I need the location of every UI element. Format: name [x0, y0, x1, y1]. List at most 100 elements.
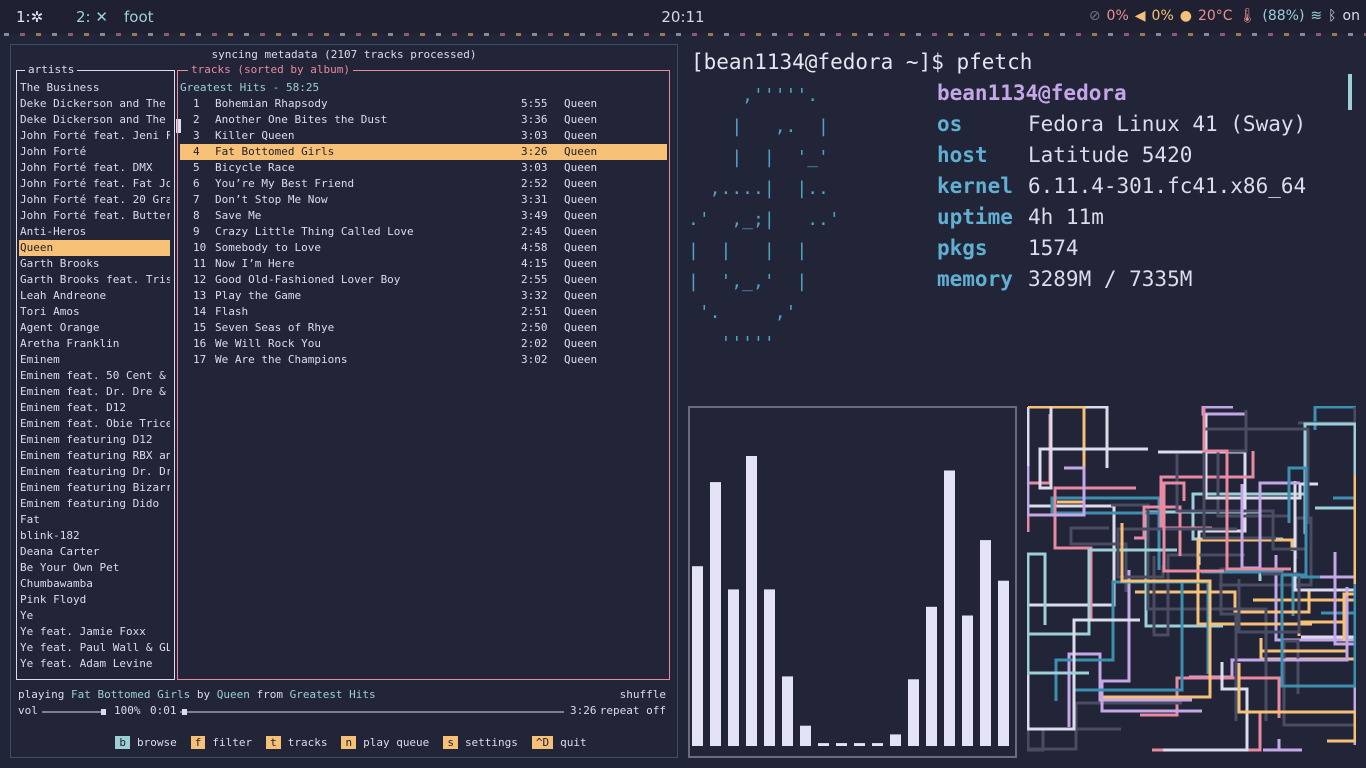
artist-item[interactable]: John Forté feat. DMX — [19, 160, 170, 176]
shuffle-toggle[interactable]: shuffle — [620, 688, 666, 701]
bluetooth-icon[interactable]: ᛒ — [1328, 8, 1336, 24]
artist-item[interactable]: Deke Dickerson and The .. — [19, 112, 170, 128]
volume-slider[interactable] — [42, 708, 108, 716]
track-row[interactable]: 2 Another One Bites the Dust 3:36 Queen — [180, 112, 667, 128]
track-row[interactable]: 16 We Will Rock You 2:02 Queen — [180, 336, 667, 352]
track-row[interactable]: 3 Killer Queen 3:03 Queen — [180, 128, 667, 144]
keybinding-play-queue[interactable]: n play queue — [327, 736, 429, 749]
artist-item[interactable]: Queen — [19, 240, 170, 256]
shell-prompt[interactable]: [bean1134@fedora ~]$ pfetch — [691, 50, 1032, 74]
artist-item[interactable]: John Forté feat. 20 Gra.. — [19, 192, 170, 208]
separator-dot — [1124, 33, 1129, 36]
artists-panel[interactable]: artists The Business Deke Dickerson and T… — [16, 63, 181, 680]
artist-item[interactable]: Eminem featuring Dido — [19, 496, 170, 512]
separator-dot — [468, 33, 473, 36]
music-player-window[interactable]: syncing metadata (2107 tracks processed)… — [10, 44, 678, 758]
now-playing: playing Fat Bottomed Girls by Queen from… — [18, 688, 666, 701]
track-number: 5 — [193, 161, 200, 174]
artist-item[interactable]: Deke Dickerson and The .. — [19, 96, 170, 112]
pfetch-value: Fedora Linux 41 (Sway) — [1028, 112, 1307, 136]
track-row[interactable]: 8 Save Me 3:49 Queen — [180, 208, 667, 224]
artist-item[interactable]: John Forté feat. Fat Joe — [19, 176, 170, 192]
track-row[interactable]: 1 Bohemian Rhapsody 5:55 Queen — [180, 96, 667, 112]
track-row[interactable]: 7 Don’t Stop Me Now 3:31 Queen — [180, 192, 667, 208]
tracks-panel[interactable]: tracks (sorted by album) Greatest Hits -… — [177, 63, 670, 680]
keybinding-quit[interactable]: ^D quit — [518, 736, 587, 749]
track-number: 3 — [193, 129, 200, 142]
artist-item[interactable]: Deana Carter — [19, 544, 170, 560]
artist-item[interactable]: Eminem — [19, 352, 170, 368]
pfetch-value: 1574 — [1028, 236, 1079, 260]
pfetch-key: memory — [937, 267, 1013, 291]
artist-item[interactable]: Ye feat. Jamie Foxx — [19, 624, 170, 640]
artist-item[interactable]: John Forté — [19, 144, 170, 160]
artist-item[interactable]: Agent Orange — [19, 320, 170, 336]
track-row[interactable]: 4 Fat Bottomed Girls 3:26 Queen — [180, 144, 667, 160]
temperature: 20°C — [1197, 8, 1233, 24]
track-artist: Queen — [564, 177, 598, 190]
artist-item[interactable]: Pink Floyd — [19, 592, 170, 608]
artist-item[interactable]: Eminem featuring D12 — [19, 432, 170, 448]
separator-dot — [964, 33, 969, 36]
track-row[interactable]: 13 Play the Game 3:32 Queen — [180, 288, 667, 304]
keybinding-browse[interactable]: b browse — [101, 736, 177, 749]
artist-item[interactable]: Garth Brooks feat. Tris.. — [19, 272, 170, 288]
pfetch-info: bean1134@fedora os Fedora Linux 41 (Sway)… — [937, 78, 1306, 295]
track-artist: Queen — [564, 353, 598, 366]
repeat-toggle[interactable]: repeat off — [600, 704, 666, 717]
eye-slash-icon[interactable]: ⊘ — [1089, 8, 1101, 24]
track-duration: 2:02 — [521, 337, 548, 350]
track-row[interactable]: 5 Bicycle Race 3:03 Queen — [180, 160, 667, 176]
artist-item[interactable]: Chumbawamba — [19, 576, 170, 592]
artist-item[interactable]: John Forté feat. Jeni F.. — [19, 128, 170, 144]
artist-item[interactable]: Ye feat. Paul Wall & GLC — [19, 640, 170, 656]
pipe-segment — [1054, 580, 1210, 701]
track-row[interactable]: 6 You’re My Best Friend 2:52 Queen — [180, 176, 667, 192]
artist-item[interactable]: blink-182 — [19, 528, 170, 544]
pfetch-key: host — [937, 143, 988, 167]
artist-item[interactable]: Garth Brooks — [19, 256, 170, 272]
keybinding-settings[interactable]: s settings — [429, 736, 518, 749]
keybinding-tracks[interactable]: t tracks — [252, 736, 327, 749]
artist-item[interactable]: Eminem feat. Dr. Dre & .. — [19, 384, 170, 400]
artist-item[interactable]: Tori Amos — [19, 304, 170, 320]
artist-item[interactable]: Aretha Franklin — [19, 336, 170, 352]
track-title: Crazy Little Thing Called Love — [215, 225, 414, 238]
track-row[interactable]: 14 Flash 2:51 Queen — [180, 304, 667, 320]
artist-item[interactable]: Eminem feat. Obie Trice.. — [19, 416, 170, 432]
track-number: 15 — [193, 321, 207, 334]
track-row[interactable]: 15 Seven Seas of Rhye 2:50 Queen — [180, 320, 667, 336]
artist-item[interactable]: Eminem feat. 50 Cent & .. — [19, 368, 170, 384]
tracks-list[interactable]: 1 Bohemian Rhapsody 5:55 Queen 2 Another One … — [180, 96, 667, 368]
artist-item[interactable]: Leah Andreone — [19, 288, 170, 304]
track-row[interactable]: 17 We Are the Champions 3:02 Queen — [180, 352, 667, 368]
artist-item[interactable]: Eminem featuring RBX an.. — [19, 448, 170, 464]
wifi-icon[interactable]: ≋ — [1310, 8, 1322, 24]
keybinding-filter[interactable]: f filter — [177, 736, 252, 749]
separator-dot — [244, 33, 249, 36]
artist-item[interactable]: The Business — [19, 80, 170, 96]
artist-item[interactable]: Fat — [19, 512, 170, 528]
artist-item[interactable]: Ye — [19, 608, 170, 624]
track-row[interactable]: 11 Now I’m Here 4:15 Queen — [180, 256, 667, 272]
track-title: Now I’m Here — [215, 257, 295, 270]
terminal-window[interactable]: [bean1134@fedora ~]$ pfetch ,'''''. | ,.… — [688, 44, 1356, 396]
progress-bar[interactable] — [180, 708, 566, 716]
artist-item[interactable]: Anti-Heros — [19, 224, 170, 240]
artist-item[interactable]: John Forté feat. Butter — [19, 208, 170, 224]
artist-item[interactable]: Eminem featuring Bizarre — [19, 480, 170, 496]
artists-list[interactable]: The Business Deke Dickerson and The .. Dek… — [19, 80, 170, 672]
track-row[interactable]: 9 Crazy Little Thing Called Love 2:45 Queen — [180, 224, 667, 240]
track-row[interactable]: 12 Good Old-Fashioned Lover Boy 2:55 Queen — [180, 272, 667, 288]
microphone-icon[interactable]: ● — [1180, 8, 1192, 24]
artist-item[interactable]: Eminem featuring Dr. Dr.. — [19, 464, 170, 480]
track-row[interactable]: 10 Somebody to Love 4:58 Queen — [180, 240, 667, 256]
artist-item[interactable]: Eminem feat. D12 — [19, 400, 170, 416]
artist-item[interactable]: Ye feat. Adam Levine — [19, 656, 170, 672]
speaker-icon[interactable]: ◀ — [1135, 8, 1146, 24]
artist-item[interactable]: Be Your Own Pet — [19, 560, 170, 576]
key-badge: n — [341, 736, 357, 749]
terminal-scrollbar[interactable] — [1348, 74, 1352, 110]
track-number: 16 — [193, 337, 207, 350]
track-title: You’re My Best Friend — [215, 177, 355, 190]
